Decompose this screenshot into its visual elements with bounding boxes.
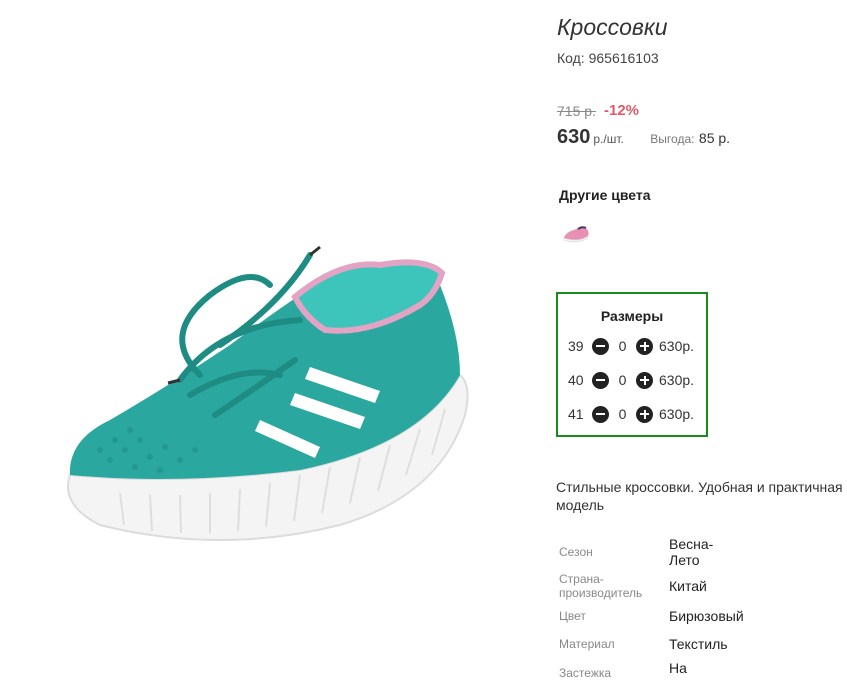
other-colors-title: Другие цвета	[559, 187, 651, 203]
attr-value-fastener: На	[669, 660, 687, 676]
size-price: 630р.	[659, 372, 695, 388]
attr-label-country: Страна-производитель	[559, 572, 643, 600]
size-row-41: 41 0 630р.	[568, 404, 694, 424]
current-price: 630	[557, 126, 591, 148]
product-description: Стильные кроссовки. Удобная и практичная…	[556, 479, 843, 513]
attr-label-fastener: Застежка	[559, 666, 612, 680]
discount-badge: -12%	[604, 102, 640, 119]
savings-label: Выгода:	[650, 132, 695, 146]
product-image	[40, 225, 480, 555]
quantity-value: 0	[618, 372, 627, 388]
size-price: 630р.	[659, 406, 695, 422]
size-label: 39	[568, 338, 584, 354]
savings-value: 85 р.	[698, 130, 731, 146]
old-price: 715 р.	[557, 103, 596, 119]
increase-button[interactable]	[636, 405, 653, 423]
attr-label-material: Материал	[559, 637, 615, 651]
size-price: 630р.	[659, 338, 695, 354]
quantity-value: 0	[618, 338, 627, 354]
size-label: 40	[568, 372, 584, 388]
attr-value-country: Китай	[669, 578, 707, 594]
attr-label-season: Сезон	[559, 545, 593, 559]
attr-value-season: Весна-Лето	[669, 536, 714, 568]
attr-value-material: Текстиль	[669, 636, 728, 652]
color-thumb-pink[interactable]	[560, 222, 592, 246]
sizes-panel: Размеры 39 0 630р. 40 0 630р. 41 0 630р.	[556, 292, 708, 437]
decrease-button[interactable]	[592, 371, 609, 389]
product-title: Кроссовки	[557, 14, 668, 40]
price-row: 630 р./шт. Выгода: 85 р.	[557, 126, 730, 149]
size-row-39: 39 0 630р.	[568, 336, 694, 356]
size-row-40: 40 0 630р.	[568, 370, 694, 390]
attr-label-color: Цвет	[559, 609, 586, 623]
price-unit: р./шт.	[593, 132, 624, 146]
sizes-title: Размеры	[600, 308, 664, 324]
quantity-value: 0	[618, 406, 627, 422]
product-code: Код: 965616103	[557, 50, 659, 66]
decrease-button[interactable]	[592, 337, 609, 355]
increase-button[interactable]	[636, 337, 653, 355]
attr-value-color: Бирюзовый	[669, 608, 744, 624]
decrease-button[interactable]	[592, 405, 609, 423]
increase-button[interactable]	[636, 371, 653, 389]
size-label: 41	[568, 406, 584, 422]
